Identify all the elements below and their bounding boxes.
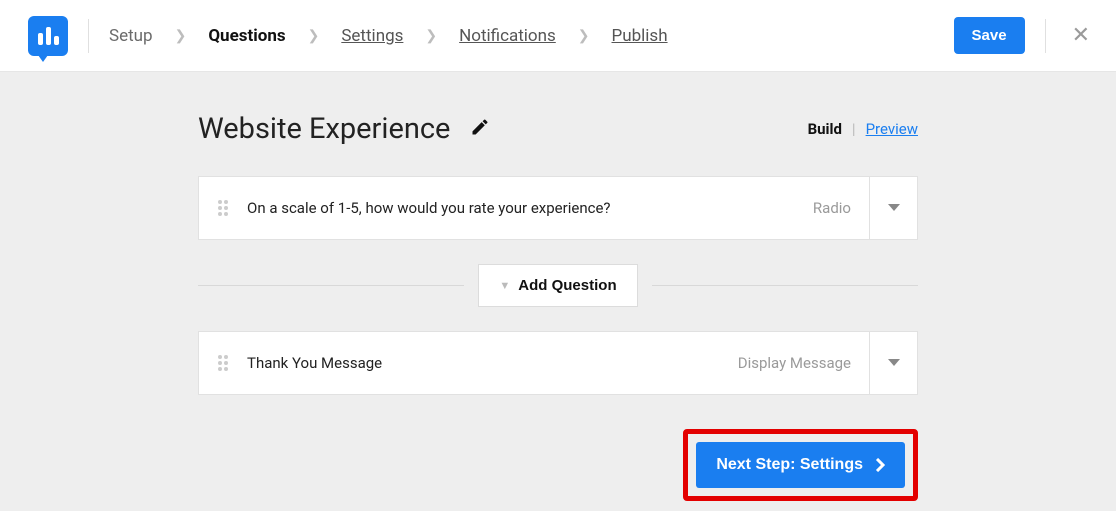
chevron-right-icon: [875, 458, 885, 472]
thankyou-card[interactable]: Thank You Message Display Message: [198, 331, 918, 395]
breadcrumb-notifications[interactable]: Notifications: [459, 26, 556, 46]
question-card[interactable]: On a scale of 1-5, how would you rate yo…: [198, 176, 918, 240]
next-step-label: Next Step: Settings: [716, 456, 863, 474]
divider: [1045, 19, 1046, 53]
thankyou-text: Thank You Message: [247, 354, 738, 372]
add-question-button[interactable]: ▼ Add Question: [478, 264, 637, 307]
chevron-right-icon: ❯: [425, 28, 437, 44]
breadcrumb: Setup ❯ Questions ❯ Settings ❯ Notificat…: [109, 26, 954, 46]
breadcrumb-setup[interactable]: Setup: [109, 26, 153, 46]
add-question-label: Add Question: [518, 277, 616, 294]
divider: [652, 285, 918, 286]
top-bar: Setup ❯ Questions ❯ Settings ❯ Notificat…: [0, 0, 1116, 72]
question-text: On a scale of 1-5, how would you rate yo…: [247, 199, 813, 217]
chevron-right-icon: ❯: [578, 28, 590, 44]
add-question-row: ▼ Add Question: [198, 264, 918, 307]
view-toggle: Build | Preview: [808, 120, 918, 138]
chevron-right-icon: ❯: [308, 28, 320, 44]
tab-preview[interactable]: Preview: [866, 120, 918, 138]
tab-build[interactable]: Build: [808, 120, 842, 138]
breadcrumb-publish[interactable]: Publish: [612, 26, 668, 46]
next-step-button[interactable]: Next Step: Settings: [696, 442, 905, 488]
expand-toggle[interactable]: [869, 332, 917, 394]
bar-chart-icon: [38, 27, 59, 45]
title-row: Website Experience Build | Preview: [198, 112, 918, 146]
divider: [198, 285, 464, 286]
breadcrumb-questions[interactable]: Questions: [208, 26, 285, 46]
expand-toggle[interactable]: [869, 177, 917, 239]
breadcrumb-settings[interactable]: Settings: [341, 26, 403, 46]
app-logo[interactable]: [28, 16, 68, 56]
divider: |: [852, 120, 856, 138]
caret-down-icon: [888, 359, 900, 367]
drag-handle-icon[interactable]: [199, 199, 247, 217]
save-button[interactable]: Save: [954, 17, 1025, 54]
drag-handle-icon[interactable]: [199, 354, 247, 372]
page-title: Website Experience: [198, 112, 450, 146]
caret-down-icon: ▼: [499, 280, 510, 292]
caret-down-icon: [888, 204, 900, 212]
chevron-right-icon: ❯: [175, 28, 187, 44]
divider: [88, 19, 89, 53]
pencil-icon[interactable]: [470, 117, 490, 141]
next-step-wrap: Next Step: Settings: [198, 429, 918, 501]
highlight-box: Next Step: Settings: [683, 429, 918, 501]
question-type: Radio: [813, 199, 869, 217]
close-icon[interactable]: ✕: [1066, 17, 1096, 54]
panel: Website Experience Build | Preview On a …: [198, 112, 918, 501]
main-area: Website Experience Build | Preview On a …: [0, 72, 1116, 501]
thankyou-type: Display Message: [738, 354, 869, 372]
